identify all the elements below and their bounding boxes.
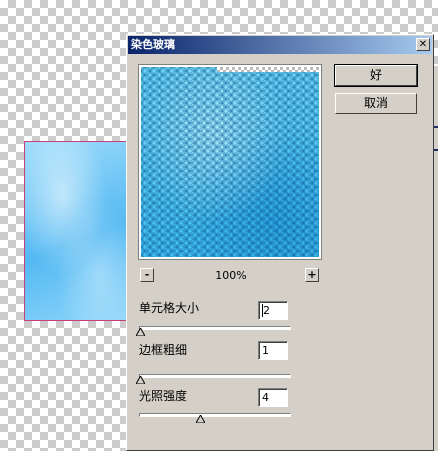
zoom-in-button[interactable]: + [305, 268, 319, 282]
minus-icon: - [144, 268, 150, 281]
preview-transparency-strip [217, 67, 319, 72]
cell-size-value: 2 [262, 304, 270, 317]
stained-glass-dialog: 染色玻璃 ✕ - 100% + 好 取消 单元格大小 2 边框粗细 1 光照强度… [126, 34, 434, 451]
cell-size-label: 单元格大小 [139, 301, 200, 315]
close-button[interactable]: ✕ [416, 38, 430, 51]
zoom-out-button[interactable]: - [140, 268, 154, 282]
border-thickness-label: 边框粗细 [139, 343, 188, 357]
dialog-title: 染色玻璃 [131, 38, 175, 51]
dialog-titlebar[interactable]: 染色玻璃 ✕ [128, 36, 432, 54]
filter-preview[interactable] [138, 64, 322, 260]
preview-image [141, 67, 319, 257]
zoom-level: 100% [215, 269, 247, 282]
light-intensity-input[interactable]: 4 [258, 388, 288, 407]
ok-button[interactable]: 好 [334, 64, 418, 87]
cell-size-slider-thumb[interactable] [136, 328, 145, 336]
plus-icon: + [307, 268, 317, 281]
canvas-image [24, 141, 132, 321]
light-intensity-label: 光照强度 [139, 389, 188, 403]
border-thickness-slider-thumb[interactable] [136, 376, 145, 384]
border-thickness-slider-track[interactable] [139, 374, 291, 378]
border-thickness-value: 1 [262, 344, 269, 357]
cell-size-slider-track[interactable] [139, 326, 291, 330]
light-intensity-slider-thumb[interactable] [196, 415, 205, 423]
light-intensity-value: 4 [262, 391, 269, 404]
cancel-button[interactable]: 取消 [335, 93, 417, 114]
close-icon: ✕ [418, 39, 428, 50]
cell-size-input[interactable]: 2 [258, 301, 288, 320]
border-thickness-input[interactable]: 1 [258, 341, 288, 360]
light-intensity-slider-track[interactable] [139, 413, 291, 417]
